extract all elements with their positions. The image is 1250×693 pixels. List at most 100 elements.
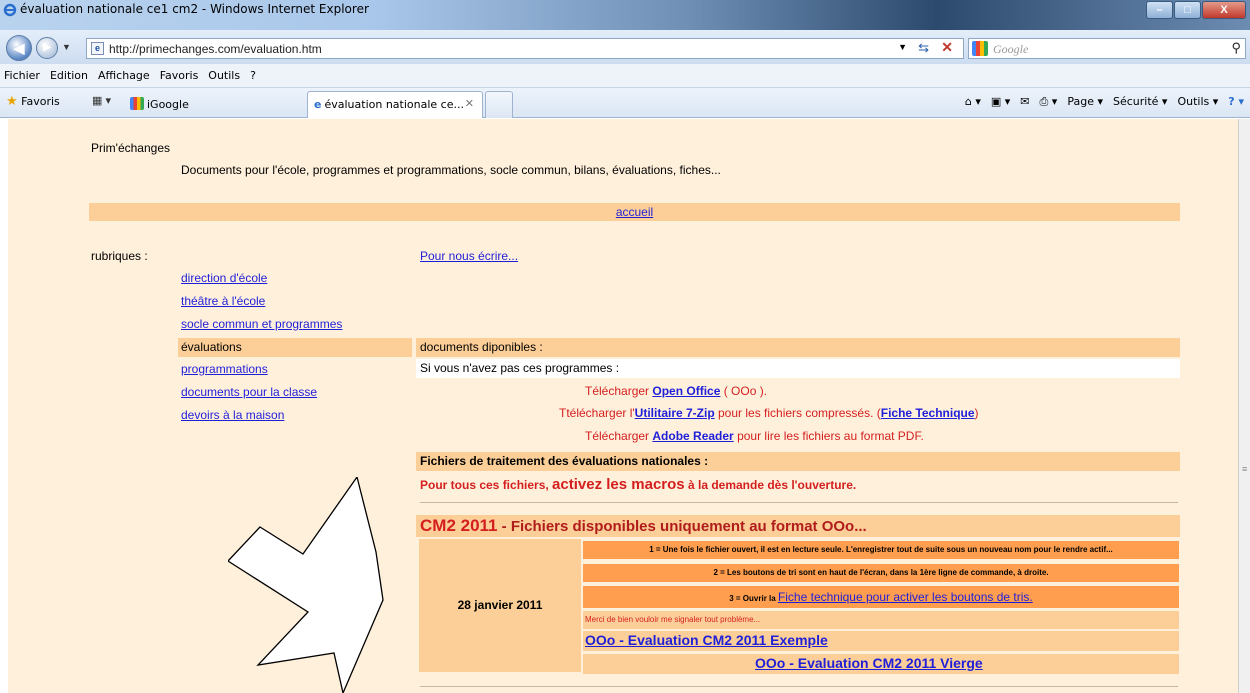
- ie-logo-icon: e: [314, 98, 322, 111]
- tab-active-label: évaluation nationale ce...: [324, 98, 464, 111]
- dl1-pre: Télécharger: [585, 384, 653, 398]
- divider: [420, 686, 1178, 687]
- page-content: Prim'échanges Documents pour l'école, pr…: [0, 119, 1238, 693]
- sidebar-item-programmations[interactable]: programmations: [181, 362, 268, 376]
- fiche-tris-link[interactable]: Fiche technique pour activer les boutons…: [778, 590, 1033, 604]
- macros-emphasis: activez les macros: [552, 476, 685, 493]
- search-icon[interactable]: ⚲: [1231, 40, 1241, 56]
- cm2-title: CM2 2011: [420, 516, 498, 535]
- window-title: évaluation nationale ce1 cm2 - Windows I…: [20, 2, 369, 16]
- info-row-4: Merci de bien vouloir me signaler tout p…: [583, 611, 1179, 629]
- menu-affichage[interactable]: Affichage: [98, 69, 150, 82]
- docs-header: documents diponibles :: [416, 338, 1180, 357]
- openoffice-link[interactable]: Open Office: [652, 384, 720, 398]
- annotation-arrow: [228, 477, 384, 693]
- refresh-icon[interactable]: ⇆: [918, 40, 929, 56]
- download-7zip-line: Ttélécharger l'Utilitaire 7-Zip pour les…: [559, 406, 979, 420]
- cm2-subtitle: - Fichiers disponibles uniquement au for…: [497, 518, 867, 535]
- feeds-icon[interactable]: ▣ ▾: [991, 95, 1010, 109]
- scroll-grip-icon: ≡: [1242, 464, 1248, 474]
- search-field[interactable]: Google ⚲: [968, 38, 1246, 59]
- page-menu[interactable]: Page ▾: [1067, 95, 1103, 109]
- tab-igoogle-label: iGoogle: [147, 98, 189, 111]
- help-icon[interactable]: ? ▾: [1228, 95, 1244, 109]
- favorites-label: Favoris: [21, 95, 60, 108]
- ooo-exemple-link[interactable]: OOo - Evaluation CM2 2011 Exemple: [585, 632, 828, 648]
- address-toolbar: ◀ ▶ ▼ e http://primechanges.com/evaluati…: [0, 30, 1250, 64]
- docs-intro: Si vous n'avez pas ces programmes :: [416, 359, 1180, 378]
- google-icon: [972, 41, 988, 56]
- star-icon: ★: [6, 94, 18, 109]
- maximize-button[interactable]: □: [1174, 1, 1201, 19]
- dl3-post: pour lire les fichiers au format PDF.: [733, 429, 924, 443]
- sidebar-item-direction[interactable]: direction d'école: [181, 271, 267, 285]
- rubriques-label: rubriques :: [91, 249, 148, 263]
- url-dropdown-icon[interactable]: ▼: [898, 42, 907, 52]
- new-tab-button[interactable]: [485, 91, 513, 118]
- page-icon: e: [91, 42, 104, 55]
- menu-outils[interactable]: Outils: [208, 69, 240, 82]
- google-icon: [130, 97, 144, 110]
- fiche-technique-link[interactable]: Fiche Technique: [881, 406, 975, 420]
- search-placeholder: Google: [993, 42, 1029, 56]
- minimize-button[interactable]: –: [1146, 1, 1173, 19]
- divider: [420, 502, 1178, 503]
- home-icon[interactable]: ⌂ ▾: [965, 95, 981, 109]
- forward-button[interactable]: ▶: [36, 37, 58, 59]
- sidebar-item-evaluations: évaluations: [178, 338, 412, 357]
- sidebar-item-socle[interactable]: socle commun et programmes: [181, 317, 342, 331]
- securite-menu[interactable]: Sécurité ▾: [1113, 95, 1167, 109]
- mail-icon[interactable]: ✉: [1020, 95, 1029, 109]
- adobe-reader-link[interactable]: Adobe Reader: [652, 429, 733, 443]
- sidebar-item-theatre[interactable]: théâtre à l'école: [181, 294, 265, 308]
- tab-active[interactable]: e évaluation nationale ce... ✕: [307, 91, 483, 118]
- menu-favoris[interactable]: Favoris: [160, 69, 199, 82]
- 7zip-link[interactable]: Utilitaire 7-Zip: [635, 406, 715, 420]
- print-icon[interactable]: ⎙ ▾: [1040, 95, 1058, 109]
- url-text[interactable]: http://primechanges.com/evaluation.htm: [109, 42, 322, 56]
- stop-icon[interactable]: ✕: [941, 39, 953, 56]
- macros-pre: Pour tous ces fichiers,: [420, 478, 553, 492]
- history-dropdown-icon[interactable]: ▼: [62, 42, 71, 52]
- sidebar-item-devoirs[interactable]: devoirs à la maison: [181, 408, 284, 422]
- close-button[interactable]: X: [1202, 1, 1246, 19]
- macros-notice: Pour tous ces fichiers, activez les macr…: [420, 476, 856, 493]
- info-row-2: 2 = Les boutons de tri sont en haut de l…: [583, 564, 1179, 582]
- date-cell: 28 janvier 2011: [419, 539, 581, 672]
- download-adobe-line: Télécharger Adobe Reader pour lire les f…: [585, 429, 924, 443]
- close-tab-icon[interactable]: ✕: [465, 97, 474, 110]
- ooo-vierge-link[interactable]: OOo - Evaluation CM2 2011 Vierge: [755, 655, 983, 671]
- site-name: Prim'échanges: [91, 141, 170, 155]
- contact-link[interactable]: Pour nous écrire...: [420, 249, 518, 263]
- accueil-bar: accueil: [89, 203, 1180, 221]
- back-arrow-icon: ◀: [13, 40, 25, 56]
- back-button[interactable]: ◀: [6, 35, 32, 61]
- dl2-pre: Ttélécharger l': [559, 406, 635, 420]
- dl1-post: ( OOo ).: [720, 384, 768, 398]
- outils-menu[interactable]: Outils ▾: [1177, 95, 1218, 109]
- favorites-button[interactable]: ★ Favoris: [6, 94, 60, 109]
- site-description: Documents pour l'école, programmes et pr…: [181, 163, 721, 177]
- dl2-post: ): [974, 406, 979, 420]
- menu-edition[interactable]: Edition: [50, 69, 88, 82]
- menu-help[interactable]: ?: [250, 69, 256, 82]
- accueil-link[interactable]: accueil: [616, 205, 653, 219]
- dl3-pre: Télécharger: [585, 429, 653, 443]
- info-row-1: 1 = Une fois le fichier ouvert, il est e…: [583, 541, 1179, 559]
- command-bar: ⌂ ▾ ▣ ▾ ✉ ⎙ ▾ Page ▾ Sécurité ▾ Outils ▾…: [965, 95, 1244, 109]
- tab-igoogle[interactable]: iGoogle: [124, 91, 306, 118]
- vertical-scrollbar[interactable]: ≡: [1238, 119, 1250, 693]
- favorites-bar: ★ Favoris ▦ ▾ iGoogle e évaluation nation…: [0, 88, 1250, 118]
- ie-logo-icon: [3, 3, 17, 17]
- sidebar-item-documents[interactable]: documents pour la classe: [181, 385, 317, 399]
- window-controls: – □ X: [1146, 1, 1246, 19]
- download-openoffice-line: Télécharger Open Office ( OOo ).: [585, 384, 767, 398]
- cm2-header: CM2 2011 - Fichiers disponibles uniqueme…: [416, 515, 1180, 537]
- address-field[interactable]: e http://primechanges.com/evaluation.htm…: [86, 38, 964, 59]
- quick-tabs-icon[interactable]: ▦ ▾: [92, 94, 111, 107]
- title-bar: évaluation nationale ce1 cm2 - Windows I…: [0, 0, 1250, 30]
- menu-fichier[interactable]: Fichier: [4, 69, 40, 82]
- forward-arrow-icon: ▶: [43, 42, 51, 53]
- info3-pre: 3 = Ouvrir la: [729, 594, 778, 603]
- fichiers-header: Fichiers de traitement des évaluations n…: [416, 452, 1180, 471]
